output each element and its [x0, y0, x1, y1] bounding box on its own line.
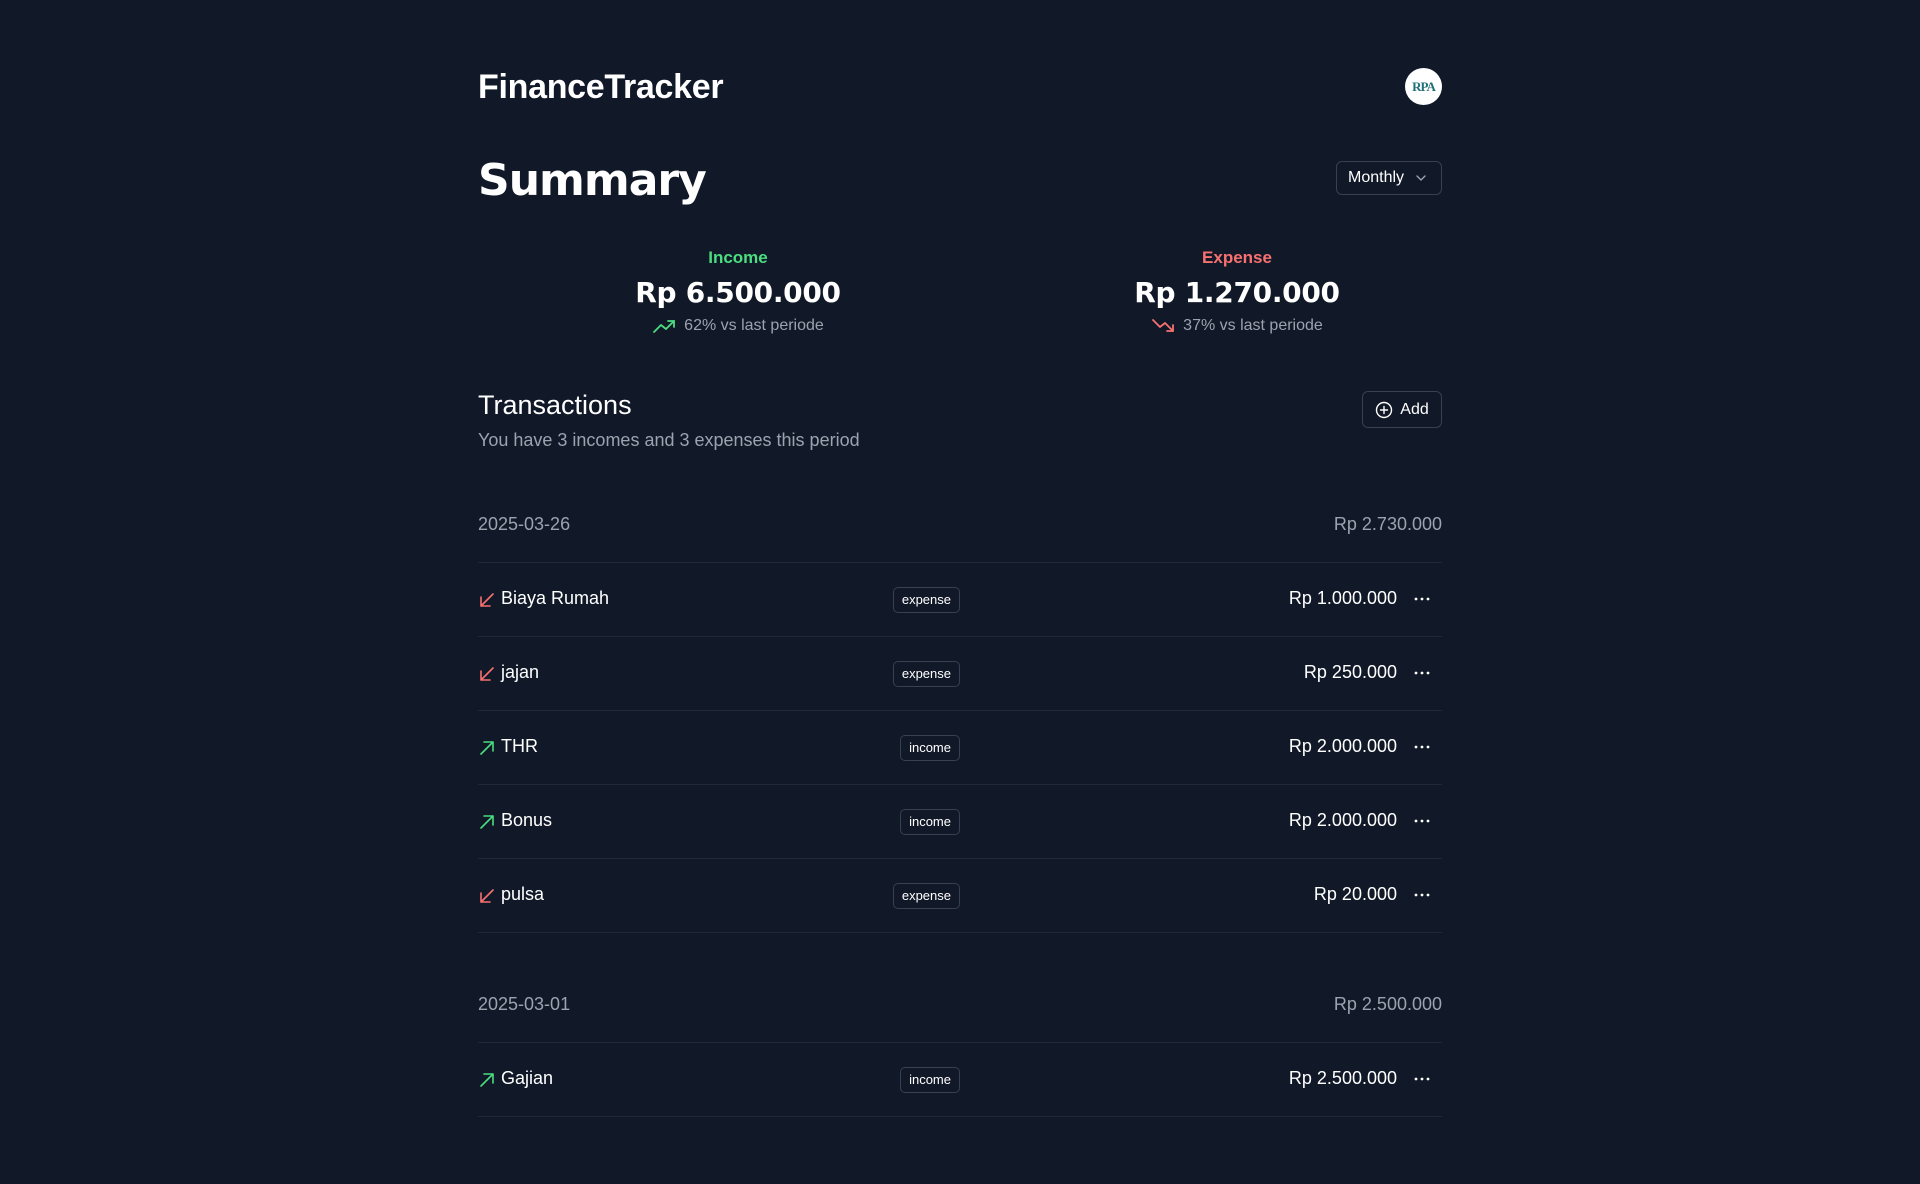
- expense-summary: Expense Rp 1.270.000 37% vs last periode: [1087, 248, 1387, 335]
- transaction-amount: Rp 2.000.000: [1288, 736, 1397, 756]
- more-horizontal-icon[interactable]: [1412, 589, 1432, 609]
- trending-up-icon: [653, 320, 676, 333]
- period-select[interactable]: Monthly: [1336, 161, 1442, 195]
- add-button-label: Add: [1400, 400, 1429, 418]
- transaction-type-badge: income: [900, 809, 960, 835]
- transaction-amount: Rp 2.000.000: [1288, 810, 1397, 830]
- more-horizontal-icon[interactable]: [1412, 1069, 1432, 1089]
- expense-change-text: 37% vs last periode: [1183, 317, 1323, 334]
- more-horizontal-icon[interactable]: [1412, 663, 1432, 683]
- plus-circle-icon: [1376, 401, 1393, 418]
- transaction-row[interactable]: Gajian income Rp 2.500.000: [478, 1043, 1442, 1117]
- transaction-row[interactable]: pulsa expense Rp 20.000: [478, 859, 1442, 933]
- income-change-text: 62% vs last periode: [684, 317, 824, 334]
- transaction-name: Bonus: [501, 810, 553, 830]
- summary-header: Summary Monthly: [478, 155, 1442, 207]
- app-header: FinanceTracker RPA: [478, 66, 1442, 114]
- avatar-logo-text: RPA: [1412, 78, 1436, 94]
- more-horizontal-icon[interactable]: [1412, 737, 1432, 757]
- income-change: 62% vs last periode: [588, 317, 888, 335]
- transaction-row[interactable]: jajan expense Rp 250.000: [478, 637, 1442, 711]
- arrow-up-right-icon: [480, 1073, 494, 1087]
- arrow-down-left-icon: [480, 667, 494, 681]
- trending-down-icon: [1152, 319, 1175, 332]
- group-date: 2025-03-26: [478, 514, 571, 534]
- expense-change: 37% vs last periode: [1087, 317, 1387, 335]
- transaction-group: 2025-03-26 Rp 2.730.000 Biaya Rumah expe…: [478, 494, 1442, 933]
- transaction-amount: Rp 250.000: [1303, 662, 1397, 682]
- transactions-title: Transactions: [478, 390, 632, 420]
- group-header: 2025-03-01 Rp 2.500.000: [478, 974, 1442, 1043]
- expense-label: Expense: [1202, 248, 1272, 267]
- group-header: 2025-03-26 Rp 2.730.000: [478, 494, 1442, 563]
- transaction-amount: Rp 20.000: [1313, 884, 1397, 904]
- transaction-name: pulsa: [501, 884, 545, 904]
- transaction-row[interactable]: THR income Rp 2.000.000: [478, 711, 1442, 785]
- avatar[interactable]: RPA: [1405, 68, 1442, 105]
- transaction-name: jajan: [501, 662, 540, 682]
- transaction-group: 2025-03-01 Rp 2.500.000 Gajian income Rp…: [478, 974, 1442, 1117]
- arrow-up-right-icon: [480, 741, 494, 755]
- transaction-type-badge: expense: [892, 587, 960, 613]
- transaction-type-badge: income: [900, 1067, 960, 1093]
- arrow-up-right-icon: [480, 815, 494, 829]
- more-horizontal-icon[interactable]: [1412, 885, 1432, 905]
- transactions-header: Transactions You have 3 incomes and 3 ex…: [478, 390, 1442, 460]
- more-horizontal-icon[interactable]: [1412, 811, 1432, 831]
- transaction-row[interactable]: Biaya Rumah expense Rp 1.000.000: [478, 563, 1442, 637]
- income-summary: Income Rp 6.500.000 62% vs last periode: [588, 248, 888, 335]
- group-total: Rp 2.730.000: [1333, 514, 1442, 534]
- transaction-type-badge: expense: [892, 883, 960, 909]
- transaction-type-badge: income: [900, 735, 960, 761]
- expense-amount: Rp 1.270.000: [1134, 276, 1340, 309]
- transaction-name: Gajian: [501, 1068, 554, 1088]
- transaction-amount: Rp 1.000.000: [1288, 588, 1397, 608]
- transactions-subtitle: You have 3 incomes and 3 expenses this p…: [478, 430, 860, 450]
- transaction-type-badge: expense: [892, 661, 960, 687]
- period-select-value: Monthly: [1348, 169, 1405, 186]
- group-total: Rp 2.500.000: [1333, 994, 1442, 1014]
- page-title: Summary: [478, 155, 707, 206]
- chevron-down-icon: [1416, 175, 1426, 181]
- arrow-down-left-icon: [480, 889, 494, 903]
- transaction-row[interactable]: Bonus income Rp 2.000.000: [478, 785, 1442, 859]
- add-transaction-button[interactable]: Add: [1362, 391, 1442, 428]
- brand-title: FinanceTracker: [478, 68, 724, 106]
- income-label: Income: [708, 248, 768, 267]
- transaction-name: Biaya Rumah: [501, 588, 610, 608]
- transaction-amount: Rp 2.500.000: [1288, 1068, 1397, 1088]
- transaction-name: THR: [501, 736, 538, 756]
- arrow-down-left-icon: [480, 593, 494, 607]
- group-date: 2025-03-01: [478, 994, 571, 1014]
- income-amount: Rp 6.500.000: [635, 276, 841, 309]
